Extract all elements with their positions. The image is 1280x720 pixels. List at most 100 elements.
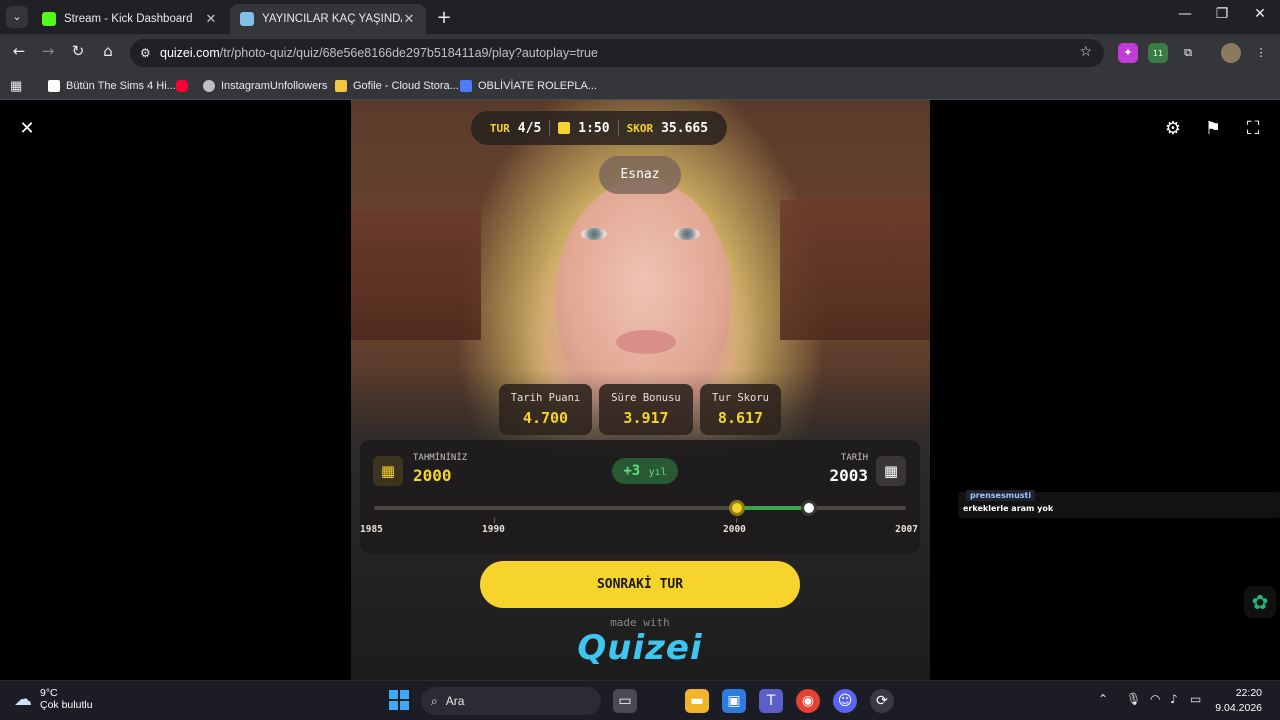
answer-value: 2003 [829,466,868,485]
timeline-track [374,506,906,510]
close-tab-icon[interactable]: ✕ [402,11,416,27]
extension-icon[interactable]: ✦ [1118,43,1138,63]
tab-kick-dashboard[interactable]: Stream - Kick Dashboard ✕ [32,4,228,34]
restore-icon[interactable]: ❐ [1207,6,1237,22]
card-value: 4.700 [522,409,569,427]
card-label: Süre Bonusu [611,392,681,404]
home-icon[interactable]: ⌂ [97,42,119,60]
timeline-tick: 1990 [482,524,505,535]
difference-range [736,506,810,510]
clock-date: 9.04.2026 [1215,702,1262,714]
timeline-tick: 2007 [895,524,918,535]
settings-gear-icon[interactable]: ⚙ [1161,118,1185,139]
chevron-up-icon[interactable]: ⌃ [1098,692,1108,706]
cloud-icon: ☁ [14,688,32,709]
wifi-icon[interactable]: ◠ [1150,692,1160,706]
profile-avatar[interactable] [1221,43,1241,63]
chat-username: prensesmusti [966,490,1036,501]
chrome-icon[interactable]: ◉ [796,689,820,713]
report-flag-icon[interactable]: ⚑ [1201,118,1225,139]
search-placeholder: Ara [445,694,465,708]
speaker-icon[interactable]: ♪ [1170,692,1178,706]
teams-icon[interactable]: T [759,689,783,713]
timeline-tick: 2000 [723,524,746,535]
microphone-icon[interactable]: 🎙 [1126,692,1141,706]
category-badge: Esnaz [599,156,681,194]
card-label: Tur Skoru [712,392,769,404]
task-view-icon[interactable]: ▭ [613,689,637,713]
bookmark-star-icon[interactable]: ☆ [1079,44,1092,60]
forward-icon[interactable]: → [37,42,59,60]
bookmark-item[interactable]: Bütün The Sims 4 Hi... [48,77,176,95]
guess-marker [728,500,745,516]
card-label: Tarih Puanı [510,392,581,404]
file-explorer-icon[interactable]: ▬ [685,689,709,713]
tab-title: YAYINCILAR KAÇ YAŞINDA ? - Q [262,13,402,25]
minimize-icon[interactable]: — [1170,6,1200,22]
clock-time: 22:20 [1235,687,1262,699]
calendar-icon: ▦ [876,456,906,486]
store-icon[interactable]: ▣ [722,689,746,713]
close-icon[interactable]: ✕ [15,118,39,139]
bookmark-item[interactable]: Gofile - Cloud Stora... [335,77,459,95]
bookmark-youtube[interactable] [176,77,194,95]
taskbar-search[interactable]: ⌕ Ara [421,687,601,715]
guess-label: TAHMİNİNİZ [413,453,468,463]
extension-badge-icon[interactable]: 11 [1148,43,1168,63]
globe-icon [203,80,215,92]
tab-search-icon[interactable]: ⌄ [6,6,28,28]
bookmarks-bar: ▦ Bütün The Sims 4 Hi... InstagramUnfoll… [0,72,1280,100]
kick-favicon-icon [42,12,56,26]
tab-quiz[interactable]: YAYINCILAR KAÇ YAŞINDA ? - Q ✕ [230,4,426,34]
next-round-button[interactable]: SONRAKİ TUR [480,561,800,608]
clock[interactable]: 22:20 9.04.2026 [1215,686,1262,716]
guess-value: 2000 [413,466,452,485]
weather-text: Çok bulutlu [40,699,93,711]
youtube-icon [176,80,188,92]
tab-strip: ⌄ Stream - Kick Dashboard ✕ YAYINCILAR K… [0,0,1280,34]
timer-value: 1:50 [578,120,610,136]
quiz-page: ✕ ⚙ ⚑ ⛶ TUR 4/5 1:50 SKOR 35.665 Esnaz T… [0,100,1280,680]
app-icon[interactable]: ⟳ [870,689,894,713]
score-card: Tarih Puanı 4.700 [499,384,592,435]
search-icon: ⌕ [431,693,438,708]
card-value: 8.617 [717,409,764,427]
quiz-favicon-icon [240,12,254,26]
fullscreen-icon[interactable]: ⛶ [1241,118,1265,139]
chat-overlay: prensesmusti erkeklerle aram yok [958,490,1280,518]
back-icon[interactable]: ← [8,42,30,60]
close-window-icon[interactable]: ✕ [1245,6,1275,22]
url-text: quizei.com/tr/photo-quiz/quiz/68e56e8166… [160,46,598,60]
start-windows-icon[interactable] [389,690,409,710]
weather-widget[interactable]: ☁ 9°C Çok bulutlu [14,687,93,711]
menu-kebab-icon[interactable]: ⋮ [1251,43,1271,63]
tab-title: Stream - Kick Dashboard [64,13,193,25]
score-card: Tur Skoru 8.617 [700,384,781,435]
discord-icon[interactable]: ☺ [833,689,857,713]
bookmark-favicon-icon [48,80,60,92]
new-tab-button[interactable]: + [434,7,454,28]
browser-toolbar: ← → ↻ ⌂ ⚙ quizei.com/tr/photo-quiz/quiz/… [0,34,1280,72]
round-label: TUR [489,121,510,135]
battery-icon[interactable]: ▭ [1190,692,1201,706]
difference-badge: +3 yıl [612,458,678,484]
apps-grid-icon[interactable]: ▦ [10,77,22,95]
quizei-logo[interactable]: Quizei [560,628,720,668]
windows-taskbar: ☁ 9°C Çok bulutlu ⌕ Ara ▭ ▬ ▣ T ◉ ☺ ⟳ ⌃ … [0,680,1280,720]
address-bar[interactable]: ⚙ quizei.com/tr/photo-quiz/quiz/68e56e81… [130,39,1104,67]
close-tab-icon[interactable]: ✕ [204,11,218,27]
assistant-icon[interactable]: ✿ [1244,586,1276,618]
score-value: 35.665 [661,120,709,136]
score-card: Süre Bonusu 3.917 [599,384,693,435]
extensions-puzzle-icon[interactable]: ⧉ [1178,43,1198,63]
bookmark-item[interactable]: InstagramUnfollowers [203,77,327,95]
answer-label: TARİH [840,453,868,463]
bookmark-favicon-icon [335,80,347,92]
answer-marker [801,500,818,516]
bookmark-item[interactable]: OBLİVİATE ROLEPLA... [460,77,597,95]
reload-icon[interactable]: ↻ [67,42,89,60]
chat-message: erkeklerle aram yok [963,504,1054,513]
doc-icon [460,80,472,92]
site-info-icon[interactable]: ⚙ [140,46,160,60]
hourglass-icon [558,122,571,134]
